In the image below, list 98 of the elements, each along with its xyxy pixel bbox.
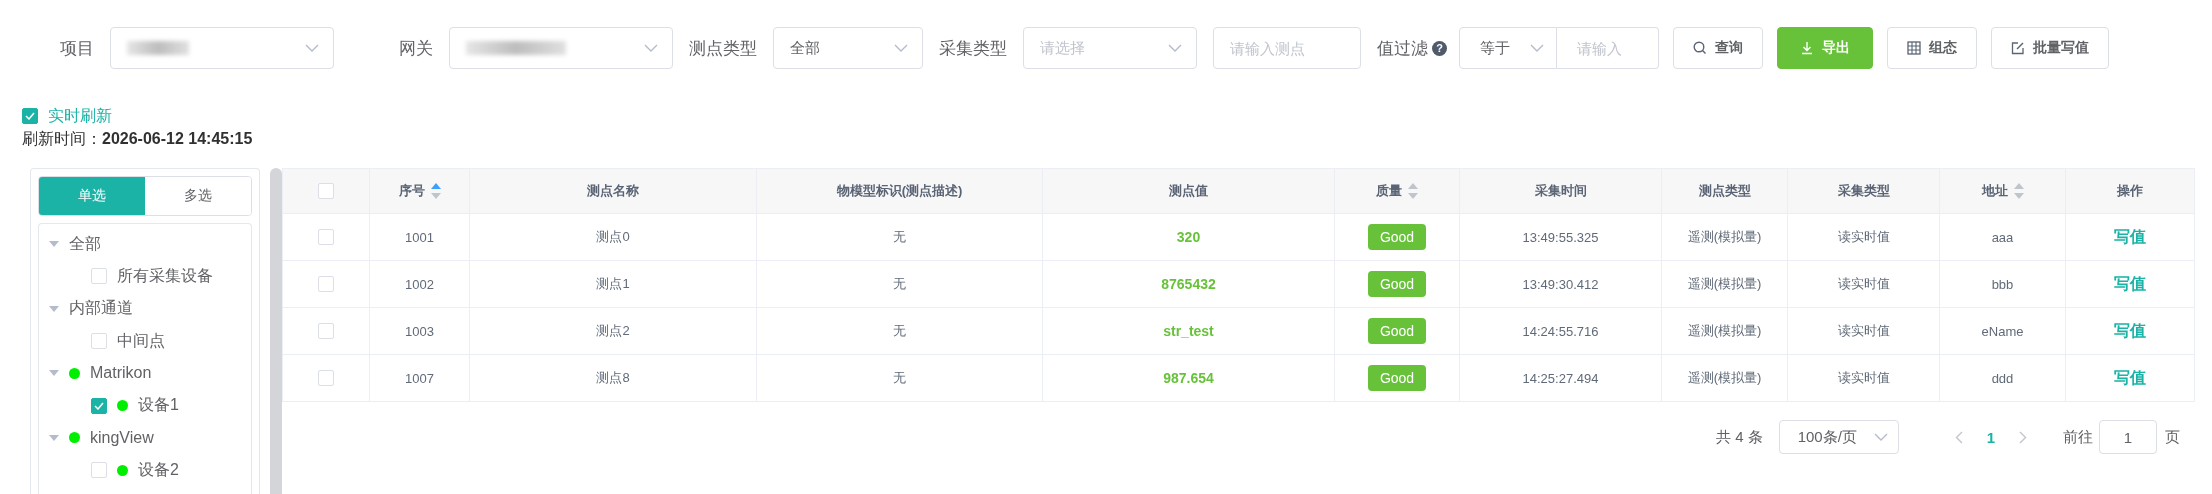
goto-page-input[interactable]: 1 bbox=[2099, 420, 2157, 454]
checkbox[interactable] bbox=[91, 397, 107, 414]
search-icon bbox=[1693, 41, 1707, 55]
chevron-down-icon bbox=[894, 44, 908, 52]
total-count: 共 4 条 bbox=[1715, 427, 1763, 447]
column-header: 测点值 bbox=[1169, 182, 1208, 200]
table-cell: eName bbox=[1981, 323, 2024, 339]
quality-badge: Good bbox=[1367, 224, 1427, 250]
quality-badge: Good bbox=[1367, 365, 1427, 391]
table-cell: 测点8 bbox=[596, 370, 630, 385]
value-input[interactable]: 请输入 bbox=[1557, 27, 1659, 69]
filter-label: 项目 bbox=[60, 37, 94, 60]
chevron-left-icon bbox=[1954, 430, 1963, 444]
page-suffix: 页 bbox=[2165, 427, 2180, 447]
point-value: 320 bbox=[1176, 229, 1201, 245]
point-value: 987.654 bbox=[1163, 370, 1214, 386]
table-cell: 1007 bbox=[405, 370, 434, 386]
table-cell: 读实时值 bbox=[1837, 370, 1890, 385]
table-cell: 遥测(模拟量) bbox=[1687, 229, 1762, 244]
table-cell: 13:49:30.412 bbox=[1522, 276, 1599, 292]
chevron-down-icon bbox=[1873, 433, 1888, 441]
table-cell: 测点1 bbox=[596, 276, 630, 291]
project-select[interactable] bbox=[110, 27, 334, 69]
table-cell: 读实时值 bbox=[1837, 229, 1890, 244]
column-header[interactable]: 质量 bbox=[1376, 182, 1402, 200]
filter-label: 采集类型 bbox=[939, 37, 1007, 60]
table-cell: 14:25:27.494 bbox=[1522, 370, 1599, 386]
point-type-select[interactable]: 全部 bbox=[773, 27, 923, 69]
table-cell: 1003 bbox=[405, 323, 434, 339]
toolbar-button[interactable]: 组态 bbox=[1887, 27, 1977, 69]
table-cell: 1002 bbox=[405, 276, 434, 292]
chevron-down-icon bbox=[644, 44, 658, 52]
table-cell: 测点0 bbox=[596, 229, 630, 244]
table-cell: ddd bbox=[1991, 370, 2014, 386]
tree-item[interactable]: 设备2 bbox=[138, 459, 179, 481]
help-icon[interactable]: ? bbox=[1432, 40, 1447, 56]
table-cell: 无 bbox=[893, 323, 906, 338]
table-cell: 14:24:55.716 bbox=[1522, 323, 1599, 339]
chevron-right-icon bbox=[2019, 430, 2027, 444]
grid-icon bbox=[1907, 41, 1921, 55]
table-cell: 1001 bbox=[405, 229, 434, 245]
column-header: 测点名称 bbox=[587, 182, 639, 200]
table-cell: aaa bbox=[1991, 229, 2014, 245]
filter-label: 值过滤 bbox=[1377, 37, 1428, 60]
row-checkbox[interactable] bbox=[318, 229, 334, 245]
table-cell: 无 bbox=[893, 229, 906, 244]
column-header[interactable]: 地址 bbox=[1981, 182, 2008, 200]
filter-label: 测点类型 bbox=[689, 37, 757, 60]
table-cell: 无 bbox=[893, 370, 906, 385]
goto-label: 前往 bbox=[2063, 427, 2093, 447]
gateway-select[interactable] bbox=[449, 27, 673, 69]
filter-label: 网关 bbox=[399, 37, 433, 60]
check-icon bbox=[25, 112, 35, 120]
realtime-checkbox[interactable] bbox=[22, 108, 38, 124]
tree-item[interactable]: 内部通道 bbox=[69, 298, 133, 320]
row-checkbox[interactable] bbox=[318, 370, 334, 386]
point-name-input[interactable]: 请输入测点 bbox=[1213, 27, 1361, 69]
refresh-time-label: 刷新时间： bbox=[22, 130, 102, 147]
column-header[interactable]: 序号 bbox=[398, 182, 425, 200]
refresh-time-value: 2026-06-12 14:45:15 bbox=[102, 130, 253, 147]
column-header: 物模型标识(测点描述) bbox=[836, 182, 963, 200]
tree-item[interactable]: 全部 bbox=[69, 233, 101, 255]
tree-item[interactable]: 设备1 bbox=[138, 395, 179, 417]
table-cell: 遥测(模拟量) bbox=[1687, 276, 1762, 291]
row-checkbox[interactable] bbox=[318, 276, 334, 292]
chevron-down-icon bbox=[1530, 44, 1544, 52]
row-checkbox[interactable] bbox=[318, 323, 334, 339]
edit-icon bbox=[2011, 41, 2025, 55]
redacted-value bbox=[127, 41, 189, 55]
check-icon bbox=[94, 401, 104, 410]
chevron-down-icon bbox=[1168, 44, 1182, 52]
table-cell: 读实时值 bbox=[1837, 323, 1890, 338]
column-header: 采集类型 bbox=[1837, 182, 1890, 200]
tree-item[interactable]: kingView bbox=[90, 428, 154, 447]
column-header: 采集时间 bbox=[1534, 182, 1587, 200]
tree-item[interactable]: 中间点 bbox=[117, 330, 165, 352]
point-value: str_test bbox=[1163, 323, 1214, 339]
table-cell: 遥测(模拟量) bbox=[1687, 370, 1762, 385]
toolbar-button[interactable]: 批量写值 bbox=[1991, 27, 2109, 69]
column-header: 测点类型 bbox=[1698, 182, 1751, 200]
chevron-down-icon bbox=[305, 44, 319, 52]
table-cell: 13:49:55.325 bbox=[1522, 229, 1599, 245]
quality-badge: Good bbox=[1367, 271, 1427, 297]
quality-badge: Good bbox=[1367, 318, 1427, 344]
download-icon bbox=[1800, 41, 1814, 55]
table-cell: 读实时值 bbox=[1837, 276, 1890, 291]
tree-item[interactable]: Matrikon bbox=[90, 364, 152, 383]
table-cell: bbb bbox=[1991, 276, 2014, 292]
page-size-select[interactable]: 100条/页 bbox=[1778, 420, 1899, 454]
select-all-checkbox[interactable] bbox=[318, 183, 334, 199]
table-cell: 测点2 bbox=[596, 323, 630, 338]
tree-item[interactable]: 所有采集设备 bbox=[117, 265, 213, 287]
point-value: 8765432 bbox=[1161, 276, 1216, 292]
column-header: 操作 bbox=[2117, 182, 2143, 200]
toolbar-button[interactable]: 查询 bbox=[1673, 27, 1763, 69]
table-cell: 无 bbox=[893, 276, 906, 291]
table-cell: 遥测(模拟量) bbox=[1687, 323, 1762, 338]
scrollbar[interactable] bbox=[270, 168, 282, 494]
